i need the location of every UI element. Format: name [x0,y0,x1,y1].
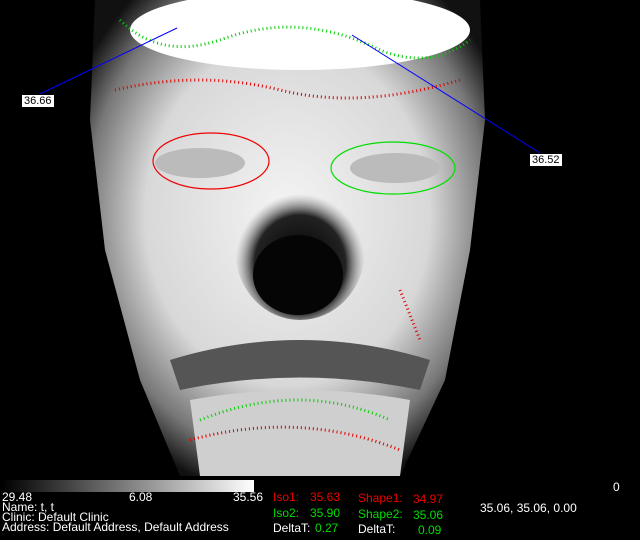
shape1-label: Shape1: [358,491,403,505]
iso-delta-value: 0.27 [315,521,339,535]
shape1-value: 34.97 [413,492,444,506]
scale-mid: 6.08 [129,490,153,504]
patient-address: Address: Default Address, Default Addres… [2,520,229,534]
shape-delta-value: 0.09 [418,523,442,537]
iso-delta-label: DeltaT: [273,521,311,535]
cursor-readout: 35.06, 35.06, 0.00 [480,501,577,515]
scale-max: 35.56 [233,490,264,504]
counter: 0 [613,480,620,494]
iso1-value: 35.63 [310,490,341,504]
face-thermogram [39,0,541,476]
color-scale-bar [2,480,254,492]
shape2-value: 35.06 [413,508,444,522]
iso1-label: Iso1: [273,490,300,504]
marker-label-2[interactable]: 36.52 [529,153,563,167]
shape2-label: Shape2: [358,507,403,521]
iso2-label: Iso2: [273,506,300,520]
iso2-value: 35.90 [310,506,341,520]
thermal-image[interactable]: 36.66 36.52 [0,0,640,476]
shape-delta-label: DeltaT: [358,522,396,536]
marker-label-1[interactable]: 36.66 [21,94,55,108]
